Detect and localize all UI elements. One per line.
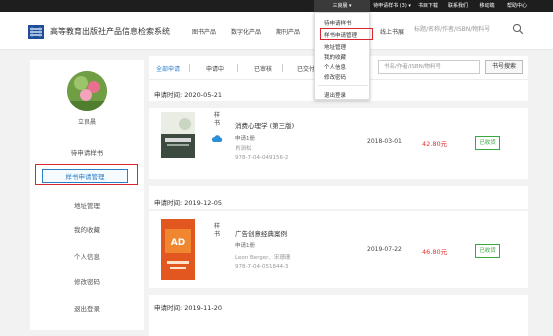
search-icon[interactable] — [512, 23, 524, 35]
username: 立良晨 — [77, 119, 96, 126]
section-divider — [144, 288, 533, 295]
dropdown-item-password[interactable]: 修改密码 — [324, 73, 346, 81]
site-title[interactable]: 高等教育出版社产品信息检索系统 — [50, 26, 170, 37]
apply-date-label: 申请时间: 2019-12-05 — [154, 199, 223, 207]
svg-text:AD: AD — [171, 238, 185, 248]
sidebar-highlight-box — [35, 164, 138, 185]
dropdown-item-profile[interactable]: 个人信息 — [324, 63, 346, 71]
section-divider — [144, 101, 533, 108]
sample-badge: 样书 — [213, 223, 220, 238]
book-isbn: 978-7-04-051844-3 — [235, 264, 289, 270]
sidebar-item-logout[interactable]: 退出登录 — [30, 303, 144, 313]
header-search-input[interactable]: 标题/名称/作者/ISBN/物料号 — [414, 22, 506, 38]
dropdown-highlight-box — [320, 28, 373, 40]
book-cover-image[interactable] — [161, 112, 195, 158]
book-price: 46.80元 — [422, 248, 448, 256]
section-divider — [144, 179, 533, 186]
tab-reviewed[interactable]: 已审核 — [254, 64, 272, 73]
tab-divider — [189, 64, 190, 72]
request-quantity: 申请1册 — [235, 243, 255, 249]
avatar — [67, 71, 107, 111]
top-bar: 三良晨 ▾ 待申请样书 (3) ▾ 书目下载 联系我们 移动端 帮助中心 — [0, 0, 553, 12]
mobile-link[interactable]: 移动端 — [474, 0, 500, 12]
dropdown-item-pending[interactable]: 待申请样书 — [324, 19, 352, 27]
sidebar-item-pending[interactable]: 待申请样书 — [30, 147, 144, 157]
status-badge[interactable]: 已收货 — [475, 136, 500, 150]
sidebar-item-password[interactable]: 修改密码 — [30, 276, 144, 286]
book-author: 肖涧松 — [235, 146, 252, 152]
book-author: Leon Berger、宋珊珊 — [235, 255, 291, 261]
status-badge[interactable]: 已收货 — [475, 244, 500, 258]
user-menu-toggle[interactable]: 三良晨 ▾ — [314, 0, 370, 12]
book-isbn: 978-7-04-049156-2 — [235, 155, 289, 161]
book-title[interactable]: 消费心理学 (第三版) — [235, 120, 294, 130]
sidebar-item-favorites[interactable]: 我的收藏 — [30, 224, 144, 234]
nav-digital[interactable]: 数字化产品 — [231, 27, 261, 36]
contact-link[interactable]: 联系我们 — [444, 0, 472, 12]
book-cover-image[interactable]: AD — [161, 219, 195, 280]
sample-badge: 样书 — [213, 112, 220, 127]
request-quantity: 申请1册 — [235, 136, 255, 142]
nav-books[interactable]: 图书产品 — [192, 27, 216, 36]
tab-divider — [282, 64, 283, 72]
tab-applying[interactable]: 申请中 — [206, 64, 224, 73]
help-link[interactable]: 帮助中心 — [502, 0, 532, 12]
dropdown-item-address[interactable]: 地址管理 — [324, 43, 346, 51]
publish-date: 2019-07-22 — [367, 246, 402, 253]
nav-online-fair[interactable]: 线上书展 — [380, 27, 404, 36]
sidebar-item-profile[interactable]: 个人信息 — [30, 251, 144, 261]
book-title[interactable]: 广告创意经典案例 — [235, 228, 287, 238]
dropdown-item-favorites[interactable]: 我的收藏 — [324, 53, 346, 61]
sample-search-button[interactable]: 书号搜索 — [485, 60, 523, 74]
nav-journals[interactable]: 期刊产品 — [276, 27, 300, 36]
user-sidebar: 立良晨 待申请样书 样书申请管理 地址管理 我的收藏 个人信息 修改密码 退出登… — [30, 60, 144, 330]
user-dropdown-menu: 待申请样书 样书申请管理 地址管理 我的收藏 个人信息 修改密码 退出登录 — [314, 12, 370, 100]
tab-all[interactable]: 全部申请 — [156, 64, 180, 73]
dropdown-item-logout[interactable]: 退出登录 — [324, 91, 346, 99]
publisher-logo-icon[interactable] — [28, 25, 44, 39]
apply-date-label: 申请时间: 2020-05-21 — [154, 91, 223, 99]
publish-date: 2018-03-01 — [367, 138, 402, 145]
avatar-image — [67, 71, 107, 111]
booklist-download-link[interactable]: 书目下载 — [414, 0, 442, 12]
sample-search-input[interactable]: 书名/作者/ISBN/物料号 — [378, 60, 480, 74]
cloud-icon — [211, 135, 223, 142]
tab-divider — [237, 64, 238, 72]
tab-delivered[interactable]: 已交付 — [297, 64, 315, 73]
pending-samples-menu[interactable]: 待申请样书 (3) ▾ — [372, 0, 412, 12]
site-header: 高等教育出版社产品信息检索系统 图书产品 数字化产品 期刊产品 线上书展 标题/… — [0, 12, 553, 50]
book-price: 42.80元 — [422, 140, 448, 148]
dropdown-divider — [318, 85, 368, 86]
section-divider — [144, 209, 533, 211]
sidebar-item-address[interactable]: 地址管理 — [30, 200, 144, 210]
apply-date-label: 申请时间: 2019-11-20 — [154, 304, 223, 312]
